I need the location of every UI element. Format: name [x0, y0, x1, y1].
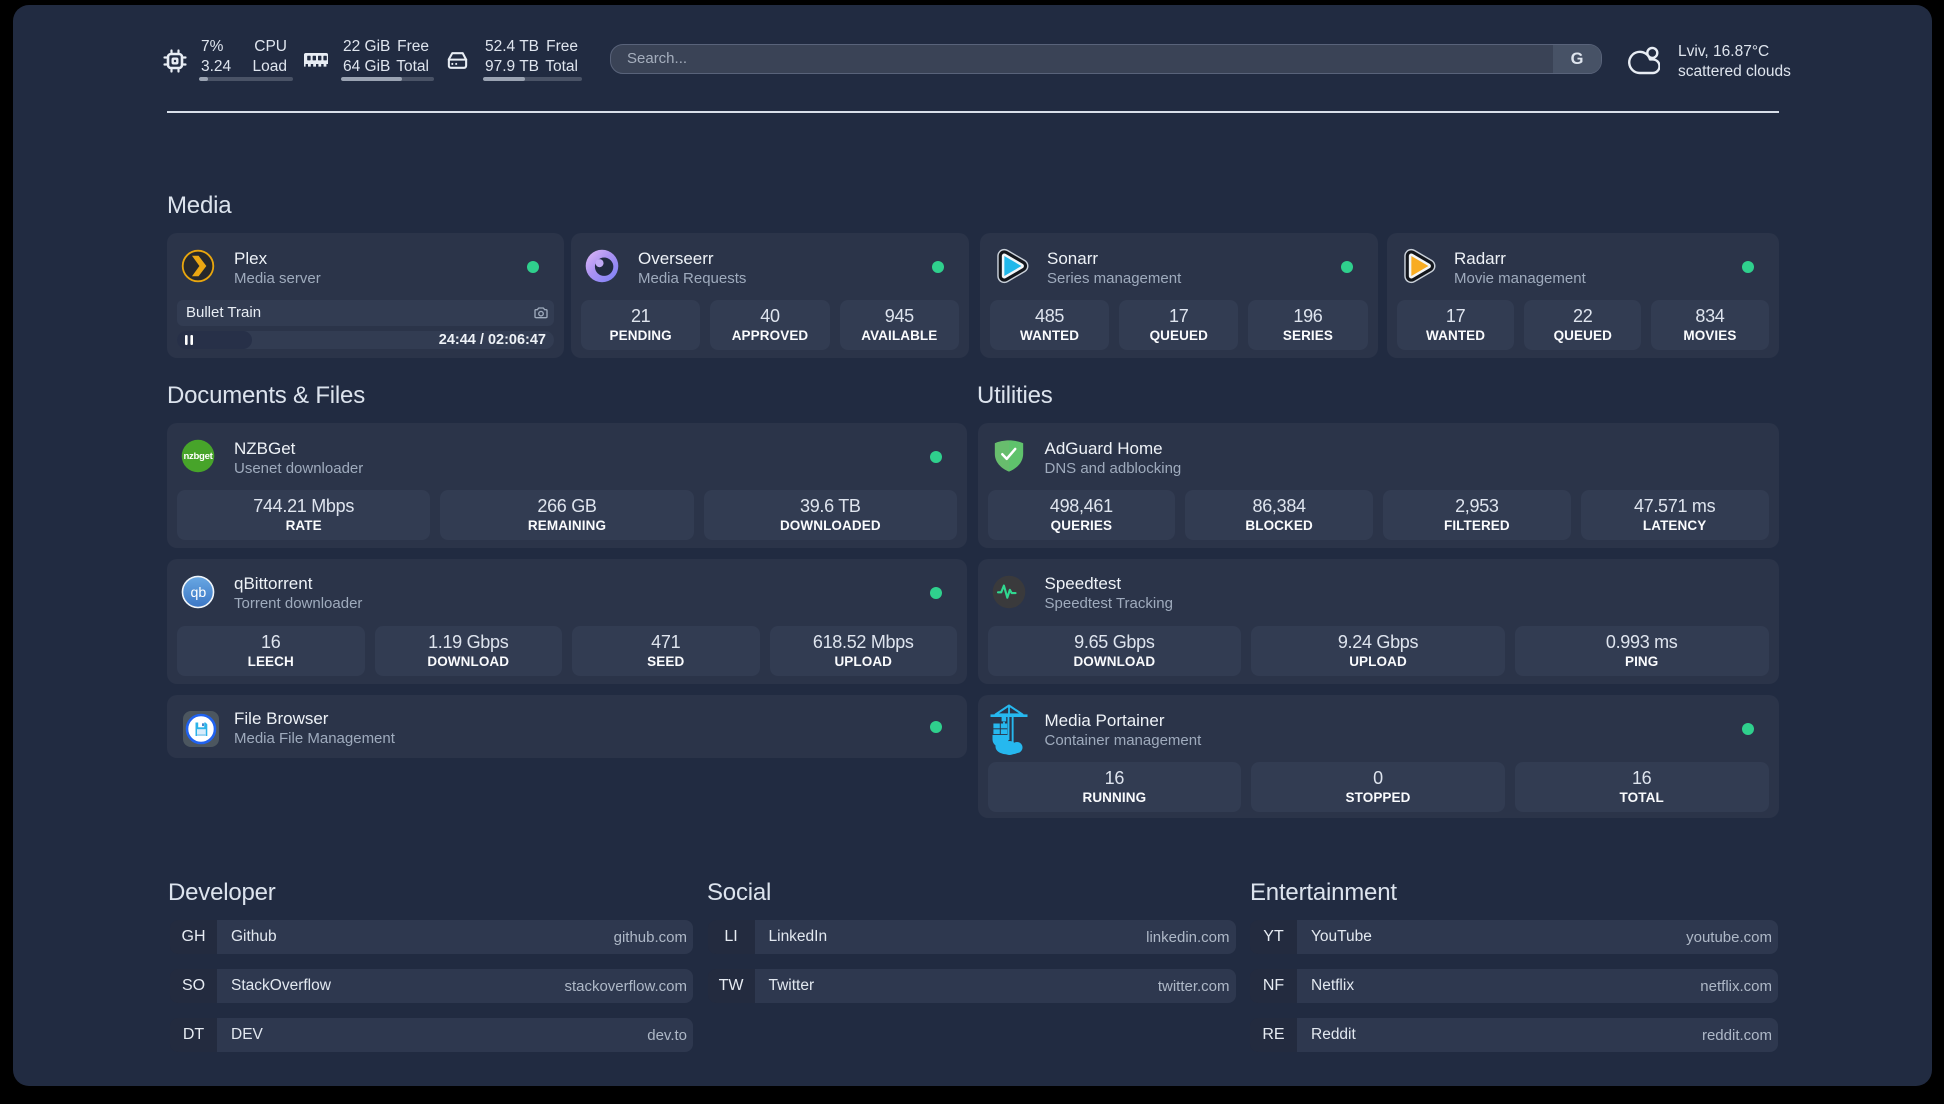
svg-text:qb: qb	[190, 584, 206, 600]
svg-text:nzbget: nzbget	[183, 451, 213, 462]
